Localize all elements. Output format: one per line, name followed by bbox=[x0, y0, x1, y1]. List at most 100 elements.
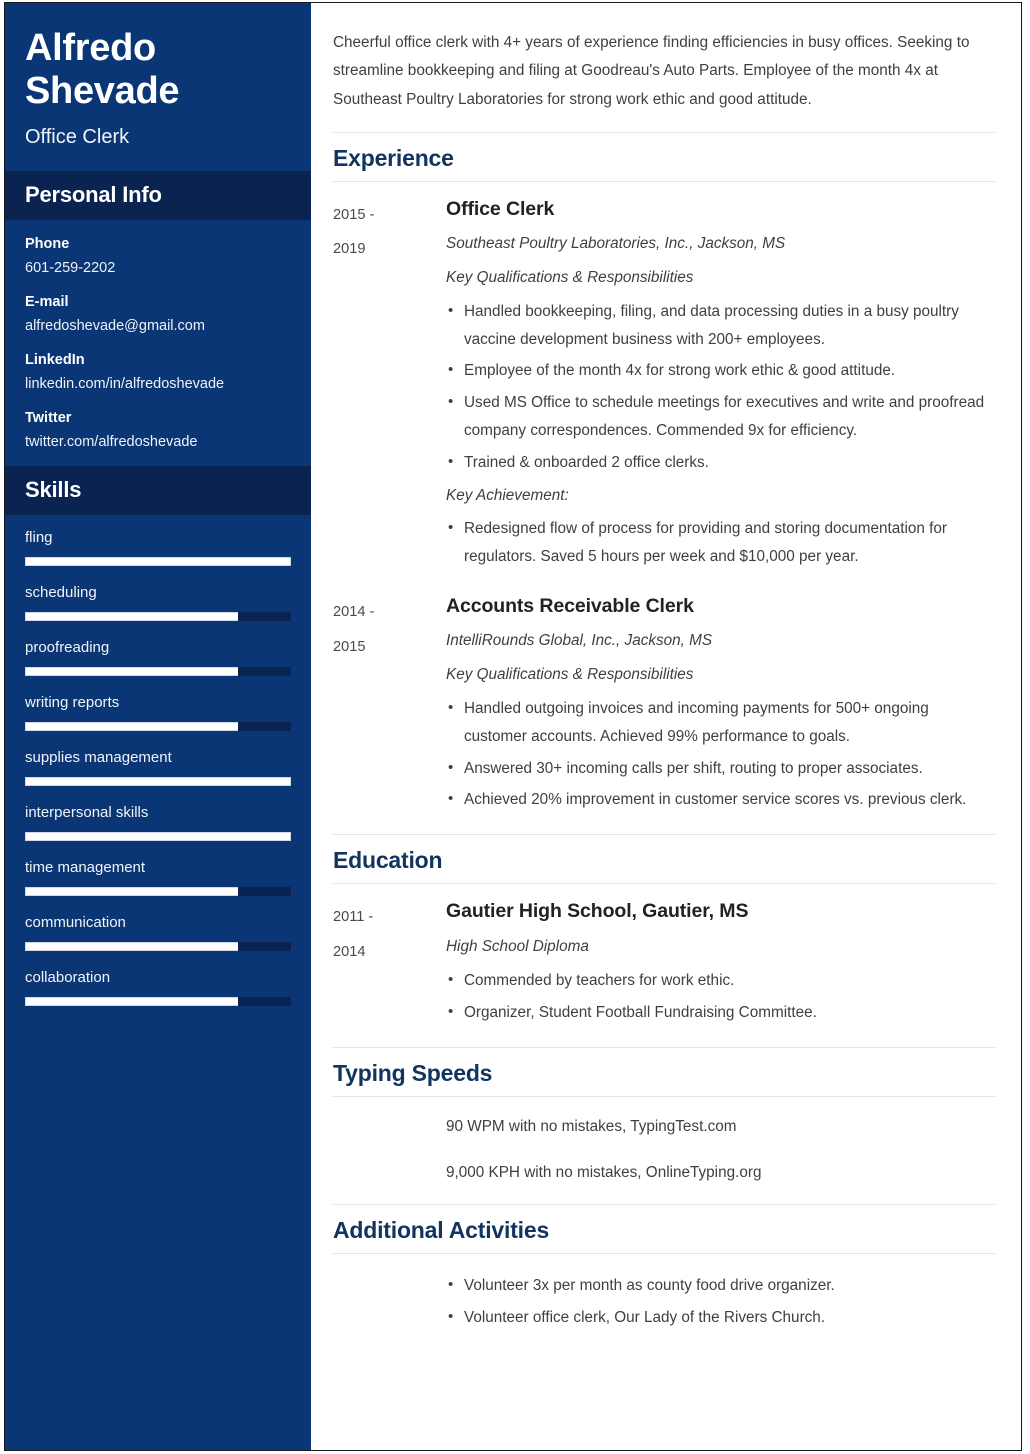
achievement-label: Key Achievement: bbox=[446, 486, 569, 504]
skill-level-fill bbox=[25, 777, 291, 787]
contact-value-twitter[interactable]: twitter.com/alfredoshevade bbox=[25, 434, 291, 450]
bullet-item: Answered 30+ incoming calls per shift, r… bbox=[446, 754, 989, 783]
entry-body: Gautier High School, Gautier, MS High Sch… bbox=[446, 898, 995, 1031]
skill-level-bar bbox=[25, 997, 291, 1007]
skill-level-fill bbox=[25, 942, 238, 952]
resume-page: Alfredo Shevade Office Clerk Personal In… bbox=[4, 2, 1022, 1451]
skill-level-bar bbox=[25, 887, 291, 897]
main-content: Cheerful office clerk with 4+ years of e… bbox=[311, 3, 1021, 1450]
candidate-name: Alfredo Shevade bbox=[25, 27, 180, 112]
school-name: Gautier High School, Gautier, MS bbox=[446, 900, 749, 923]
skill-row: writing reports bbox=[25, 694, 291, 732]
bullet-list: Redesigned flow of process for providing… bbox=[446, 514, 989, 571]
date-column-spacer bbox=[333, 1272, 446, 1336]
date-from: 2015 - bbox=[333, 206, 375, 223]
skill-name: writing reports bbox=[25, 694, 120, 712]
skill-row: communication bbox=[25, 914, 291, 952]
skill-level-bar bbox=[25, 722, 291, 732]
bullet-item: Volunteer office clerk, Our Lady of the … bbox=[446, 1303, 995, 1332]
typing-speed-line: 9,000 KPH with no mistakes, OnlineTyping… bbox=[446, 1163, 762, 1181]
skill-row: interpersonal skills bbox=[25, 804, 291, 842]
experience-entry: 2014 - 2015 Accounts Receivable Clerk Intel… bbox=[333, 579, 995, 822]
skill-row: proofreading bbox=[25, 639, 291, 677]
contact-label-twitter: Twitter bbox=[25, 410, 72, 427]
skill-name: communication bbox=[25, 914, 126, 932]
job-role-title: Accounts Receivable Clerk bbox=[446, 595, 694, 618]
experience-list: 2015 - 2019 Office Clerk Southeast Poultry … bbox=[333, 182, 995, 822]
bullet-item: Handled outgoing invoices and incoming p… bbox=[446, 694, 989, 751]
experience-entry: 2015 - 2019 Office Clerk Southeast Poultry … bbox=[333, 182, 995, 579]
entry-body: Office Clerk Southeast Poultry Laboratori… bbox=[446, 196, 995, 575]
typing-speeds-list: 90 WPM with no mistakes, TypingTest.com 9… bbox=[333, 1097, 995, 1192]
skill-name: proofreading bbox=[25, 639, 110, 657]
bullet-list: Commended by teachers for work ethic. Org… bbox=[446, 966, 989, 1027]
date-from: 2014 - bbox=[333, 604, 375, 621]
skill-name: supplies management bbox=[25, 749, 172, 767]
section-heading-additional-activities: Additional Activities bbox=[333, 1204, 995, 1255]
bullet-item: Achieved 20% improvement in customer ser… bbox=[446, 785, 989, 814]
section-heading-experience: Experience bbox=[333, 131, 995, 182]
skill-name: collaboration bbox=[25, 969, 111, 987]
bullet-item: Trained & onboarded 2 office clerks. bbox=[446, 448, 989, 477]
professional-summary: Cheerful office clerk with 4+ years of e… bbox=[333, 34, 970, 108]
skill-row: collaboration bbox=[25, 969, 291, 1007]
contact-label-linkedin: LinkedIn bbox=[25, 352, 85, 369]
skill-name: time management bbox=[25, 859, 146, 877]
bullet-item: Employee of the month 4x for strong work… bbox=[446, 356, 989, 385]
skill-level-bar bbox=[25, 667, 291, 677]
skills-heading: Skills bbox=[5, 466, 311, 516]
date-column-spacer bbox=[333, 1113, 446, 1192]
entry-date-range: 2015 - 2019 bbox=[333, 196, 446, 575]
entry-date-range: 2011 - 2014 bbox=[333, 898, 446, 1031]
contact-value-phone[interactable]: 601-259-2202 bbox=[25, 260, 291, 276]
contact-label-phone: Phone bbox=[25, 236, 70, 253]
name-block: Alfredo Shevade Office Clerk bbox=[5, 3, 311, 171]
bullet-list: Handled outgoing invoices and incoming p… bbox=[446, 694, 989, 814]
skill-row: time management bbox=[25, 859, 291, 897]
qualifications-label: Key Qualifications & Responsibilities bbox=[446, 268, 694, 286]
skill-level-bar bbox=[25, 612, 291, 622]
bullet-item: Used MS Office to schedule meetings for … bbox=[446, 388, 989, 445]
bullet-list: Volunteer 3x per month as county food dr… bbox=[446, 1271, 995, 1336]
activities-list: Volunteer 3x per month as county food dr… bbox=[333, 1254, 995, 1336]
skill-level-fill bbox=[25, 557, 291, 567]
section-heading-education: Education bbox=[333, 834, 995, 885]
contact-value-email[interactable]: alfredoshevade@gmail.com bbox=[25, 318, 291, 334]
skill-row: scheduling bbox=[25, 584, 291, 622]
skill-row: fling bbox=[25, 529, 291, 567]
date-to: 2014 bbox=[333, 943, 366, 960]
skill-level-bar bbox=[25, 942, 291, 952]
bullet-list: Handled bookkeeping, filing, and data pr… bbox=[446, 297, 989, 477]
skill-name: interpersonal skills bbox=[25, 804, 149, 822]
employer-name: IntelliRounds Global, Inc., Jackson, MS bbox=[446, 632, 713, 650]
entry-body: Accounts Receivable Clerk IntelliRounds G… bbox=[446, 593, 995, 818]
employer-name: Southeast Poultry Laboratories, Inc., Ja… bbox=[446, 235, 786, 253]
entry-date-range: 2014 - 2015 bbox=[333, 593, 446, 818]
date-to: 2015 bbox=[333, 638, 366, 655]
skill-level-fill bbox=[25, 832, 291, 842]
contact-list: Phone 601-259-2202 E-mail alfredoshevade… bbox=[5, 220, 311, 466]
education-entry: 2011 - 2014 Gautier High School, Gautier, … bbox=[333, 884, 995, 1035]
sidebar: Alfredo Shevade Office Clerk Personal In… bbox=[5, 3, 311, 1450]
date-from: 2011 - bbox=[333, 909, 374, 926]
skill-level-fill bbox=[25, 722, 238, 732]
contact-label-email: E-mail bbox=[25, 294, 69, 311]
section-heading-typing-speeds: Typing Speeds bbox=[333, 1047, 995, 1098]
skill-row: supplies management bbox=[25, 749, 291, 787]
job-role-title: Office Clerk bbox=[446, 197, 555, 220]
skills-list: fling scheduling proofreading writing repor… bbox=[5, 515, 311, 1028]
bullet-item: Volunteer 3x per month as county food dr… bbox=[446, 1271, 995, 1300]
skill-level-fill bbox=[25, 667, 238, 677]
qualifications-label: Key Qualifications & Responsibilities bbox=[446, 666, 694, 684]
date-to: 2019 bbox=[333, 241, 366, 258]
education-list: 2011 - 2014 Gautier High School, Gautier, … bbox=[333, 884, 995, 1035]
bullet-item: Commended by teachers for work ethic. bbox=[446, 966, 989, 995]
skill-name: scheduling bbox=[25, 584, 97, 602]
skill-level-bar bbox=[25, 832, 291, 842]
typing-speed-line: 90 WPM with no mistakes, TypingTest.com bbox=[446, 1118, 737, 1136]
candidate-job-title: Office Clerk bbox=[25, 126, 130, 149]
skill-level-bar bbox=[25, 777, 291, 787]
skill-level-fill bbox=[25, 612, 238, 622]
contact-value-linkedin[interactable]: linkedin.com/in/alfredoshevade bbox=[25, 376, 291, 392]
bullet-item: Redesigned flow of process for providing… bbox=[446, 514, 989, 571]
